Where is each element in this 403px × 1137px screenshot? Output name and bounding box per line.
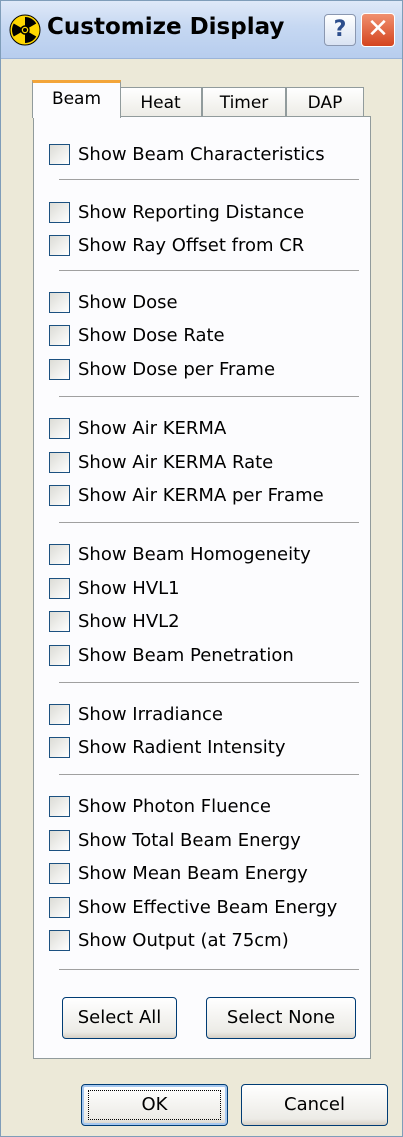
help-button[interactable]: ? [324,14,356,46]
checkbox-label: Show HVL2 [78,610,180,632]
checkbox-box[interactable] [49,291,70,313]
checkbox-show-hvl2[interactable]: Show HVL2 [49,606,180,636]
separator [59,396,359,397]
checkbox-label: Show Beam Homogeneity [78,543,311,565]
tab-heat[interactable]: Heat [119,87,202,117]
checkbox-label: Show Reporting Distance [78,201,305,223]
checkbox-show-air-kerma[interactable]: Show Air KERMA [49,413,226,443]
checkbox-label: Show Output (at 75cm) [78,929,289,951]
checkbox-label: Show Beam Characteristics [78,143,325,165]
checkbox-show-mean-beam-energy[interactable]: Show Mean Beam Energy [49,858,308,888]
checkbox-show-irradiance[interactable]: Show Irradiance [49,699,223,729]
checkbox-box[interactable] [49,736,70,758]
checkbox-show-effective-beam-energy[interactable]: Show Effective Beam Energy [49,892,337,922]
separator [59,522,359,523]
checkbox-box[interactable] [49,324,70,346]
checkbox-show-photon-fluence[interactable]: Show Photon Fluence [49,791,271,821]
checkbox-box[interactable] [49,795,70,817]
checkbox-show-output-at-75cm[interactable]: Show Output (at 75cm) [49,925,289,955]
cancel-button[interactable]: Cancel [241,1084,388,1126]
checkbox-box[interactable] [49,703,70,725]
radiation-icon [9,14,41,46]
checkbox-label: Show Dose per Frame [78,358,276,380]
separator [59,682,359,683]
checkbox-label: Show Mean Beam Energy [78,862,308,884]
checkbox-box[interactable] [49,577,70,599]
window-title: Customize Display [47,14,285,40]
separator [59,969,359,970]
checkbox-label: Show Ray Offset from CR [78,234,305,256]
separator [59,179,359,180]
checkbox-label: Show Dose [78,291,178,313]
tab-beam[interactable]: Beam [32,80,121,118]
checkbox-label: Show HVL1 [78,577,180,599]
focus-rectangle [88,1090,221,1120]
select-none-button[interactable]: Select None [206,997,356,1039]
tab-timer[interactable]: Timer [202,87,286,117]
checkbox-label: Show Radient Intensity [78,736,286,758]
ok-button[interactable]: OK [81,1084,228,1126]
checkbox-box[interactable] [49,143,70,165]
checkbox-label: Show Effective Beam Energy [78,896,338,918]
checkbox-show-beam-penetration[interactable]: Show Beam Penetration [49,640,294,670]
checkbox-label: Show Dose Rate [78,324,225,346]
checkbox-show-beam-characteristics[interactable]: Show Beam Characteristics [49,139,325,169]
checkbox-show-beam-homogeneity[interactable]: Show Beam Homogeneity [49,539,311,569]
checkbox-label: Show Air KERMA Rate [78,451,274,473]
checkbox-box[interactable] [49,862,70,884]
checkbox-label: Show Photon Fluence [78,795,271,817]
checkbox-box[interactable] [49,358,70,380]
checkbox-box[interactable] [49,829,70,851]
checkbox-box[interactable] [49,484,70,506]
checkbox-label: Show Irradiance [78,703,223,725]
title-bar[interactable]: Customize Display ? ✕ [1,1,402,59]
checkbox-box[interactable] [49,610,70,632]
checkbox-show-hvl1[interactable]: Show HVL1 [49,573,180,603]
checkbox-show-dose-per-frame[interactable]: Show Dose per Frame [49,354,275,384]
separator [59,270,359,271]
checkbox-show-total-beam-energy[interactable]: Show Total Beam Energy [49,825,301,855]
checkbox-show-air-kerma-rate[interactable]: Show Air KERMA Rate [49,447,273,477]
checkbox-show-dose[interactable]: Show Dose [49,287,178,317]
checkbox-show-radient-intensity[interactable]: Show Radient Intensity [49,732,285,762]
checkbox-box[interactable] [49,451,70,473]
checkbox-show-reporting-distance[interactable]: Show Reporting Distance [49,197,304,227]
checkbox-box[interactable] [49,929,70,951]
select-all-button[interactable]: Select All [62,997,177,1039]
checkbox-label: Show Beam Penetration [78,644,294,666]
checkbox-show-dose-rate[interactable]: Show Dose Rate [49,320,225,350]
checkbox-box[interactable] [49,896,70,918]
checkbox-box[interactable] [49,543,70,565]
checkbox-label: Show Air KERMA per Frame [78,484,324,506]
checkbox-box[interactable] [49,417,70,439]
checkbox-label: Show Total Beam Energy [78,829,301,851]
checkbox-label: Show Air KERMA [78,417,227,439]
tab-dap[interactable]: DAP [286,87,364,117]
separator [59,774,359,775]
checkbox-show-air-kerma-per-frame[interactable]: Show Air KERMA per Frame [49,480,324,510]
close-button[interactable]: ✕ [361,13,395,47]
checkbox-show-ray-offset-from-cr[interactable]: Show Ray Offset from CR [49,230,304,260]
checkbox-box[interactable] [49,201,70,223]
checkbox-box[interactable] [49,234,70,256]
customize-display-dialog: Customize Display ? ✕ Beam Heat Timer DA… [0,0,403,1137]
checkbox-box[interactable] [49,644,70,666]
